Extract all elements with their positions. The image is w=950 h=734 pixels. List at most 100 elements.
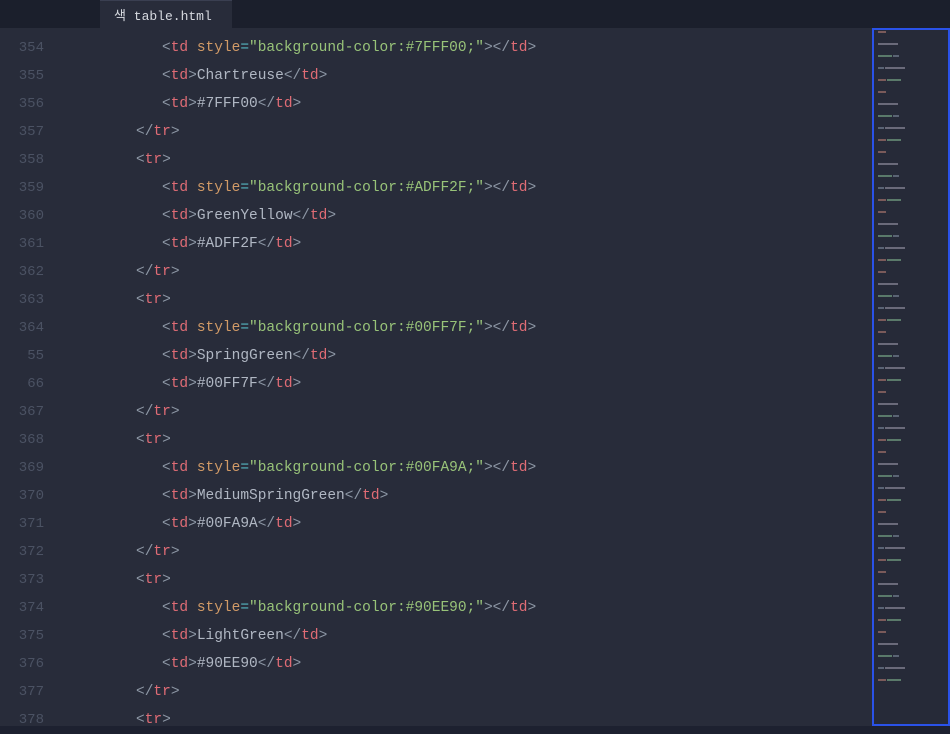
minimap-line: [878, 583, 944, 585]
line-number[interactable]: 360: [0, 202, 44, 230]
minimap-line: [878, 211, 944, 213]
minimap-line: [878, 499, 944, 501]
line-number[interactable]: 364: [0, 314, 44, 342]
line-number[interactable]: 66: [0, 370, 44, 398]
minimap-line: [878, 283, 944, 285]
minimap-line: [878, 43, 944, 45]
minimap-line: [878, 91, 944, 93]
line-number[interactable]: 354: [0, 34, 44, 62]
minimap-line: [878, 487, 944, 489]
minimap-line: [878, 343, 944, 345]
code-line[interactable]: <td style="background-color:#90EE90;"></…: [68, 594, 872, 622]
code-line[interactable]: <td>#90EE90</td>: [68, 650, 872, 678]
minimap-line: [878, 595, 944, 597]
code-line[interactable]: <tr>: [68, 146, 872, 174]
code-line[interactable]: <td>SpringGreen</td>: [68, 342, 872, 370]
line-number[interactable]: 375: [0, 622, 44, 650]
minimap-line: [878, 571, 944, 573]
code-line[interactable]: <td style="background-color:#ADFF2F;"></…: [68, 174, 872, 202]
minimap-line: [878, 151, 944, 153]
line-number[interactable]: 362: [0, 258, 44, 286]
line-number[interactable]: 368: [0, 426, 44, 454]
minimap-line: [878, 415, 944, 417]
minimap-line: [878, 247, 944, 249]
line-number[interactable]: 358: [0, 146, 44, 174]
minimap-line: [878, 535, 944, 537]
line-number[interactable]: 359: [0, 174, 44, 202]
minimap-line: [878, 667, 944, 669]
minimap-line: [878, 187, 944, 189]
tab-file[interactable]: 색 table.html: [100, 0, 232, 28]
line-number[interactable]: 378: [0, 706, 44, 734]
line-number[interactable]: 356: [0, 90, 44, 118]
minimap-line: [878, 679, 944, 681]
code-line[interactable]: <tr>: [68, 566, 872, 594]
tab-bar: 색 table.html: [0, 0, 950, 28]
minimap-line: [878, 319, 944, 321]
minimap-line: [878, 391, 944, 393]
minimap-line: [878, 79, 944, 81]
code-line[interactable]: <td style="background-color:#7FFF00;"></…: [68, 34, 872, 62]
line-number[interactable]: 373: [0, 566, 44, 594]
minimap-line: [878, 139, 944, 141]
minimap-line: [878, 427, 944, 429]
minimap-line: [878, 547, 944, 549]
line-number[interactable]: 372: [0, 538, 44, 566]
line-number[interactable]: 377: [0, 678, 44, 706]
minimap-line: [878, 403, 944, 405]
code-line[interactable]: <td>MediumSpringGreen</td>: [68, 482, 872, 510]
line-number[interactable]: 369: [0, 454, 44, 482]
line-number[interactable]: 363: [0, 286, 44, 314]
code-line[interactable]: <td>LightGreen</td>: [68, 622, 872, 650]
minimap-line: [878, 475, 944, 477]
minimap-line: [878, 223, 944, 225]
minimap-line: [878, 463, 944, 465]
minimap-line: [878, 307, 944, 309]
line-number[interactable]: 370: [0, 482, 44, 510]
minimap-line: [878, 631, 944, 633]
code-line[interactable]: <td>#00FA9A</td>: [68, 510, 872, 538]
minimap-line: [878, 643, 944, 645]
minimap-line: [878, 175, 944, 177]
editor-area: 3543553563573583593603613623633645566367…: [0, 28, 950, 726]
code-line[interactable]: <tr>: [68, 286, 872, 314]
minimap-line: [878, 607, 944, 609]
code-line[interactable]: <td style="background-color:#00FF7F;"></…: [68, 314, 872, 342]
code-line[interactable]: <td>GreenYellow</td>: [68, 202, 872, 230]
fold-column[interactable]: [54, 28, 68, 726]
line-number[interactable]: 361: [0, 230, 44, 258]
code-line[interactable]: <tr>: [68, 706, 872, 726]
minimap-line: [878, 55, 944, 57]
code-line[interactable]: </tr>: [68, 118, 872, 146]
code-line[interactable]: <tr>: [68, 426, 872, 454]
code-line[interactable]: </tr>: [68, 538, 872, 566]
code-content[interactable]: <td style="background-color:#7FFF00;"></…: [68, 28, 872, 726]
minimap-line: [878, 103, 944, 105]
line-number[interactable]: 55: [0, 342, 44, 370]
code-line[interactable]: </tr>: [68, 258, 872, 286]
line-number[interactable]: 357: [0, 118, 44, 146]
minimap-line: [878, 259, 944, 261]
line-number[interactable]: 355: [0, 62, 44, 90]
minimap-line: [878, 295, 944, 297]
line-number[interactable]: 374: [0, 594, 44, 622]
line-number-gutter[interactable]: 3543553563573583593603613623633645566367…: [0, 28, 54, 726]
minimap-line: [878, 67, 944, 69]
tab-spacer: [0, 0, 100, 28]
line-number[interactable]: 376: [0, 650, 44, 678]
minimap-line: [878, 199, 944, 201]
line-number[interactable]: 367: [0, 398, 44, 426]
minimap-line: [878, 451, 944, 453]
code-line[interactable]: <td>Chartreuse</td>: [68, 62, 872, 90]
code-line[interactable]: </tr>: [68, 678, 872, 706]
code-line[interactable]: <td style="background-color:#00FA9A;"></…: [68, 454, 872, 482]
minimap[interactable]: [872, 28, 950, 726]
code-line[interactable]: <td>#00FF7F</td>: [68, 370, 872, 398]
minimap-line: [878, 367, 944, 369]
minimap-line: [878, 31, 944, 33]
line-number[interactable]: 371: [0, 510, 44, 538]
code-line[interactable]: <td>#7FFF00</td>: [68, 90, 872, 118]
code-line[interactable]: <td>#ADFF2F</td>: [68, 230, 872, 258]
minimap-line: [878, 331, 944, 333]
code-line[interactable]: </tr>: [68, 398, 872, 426]
